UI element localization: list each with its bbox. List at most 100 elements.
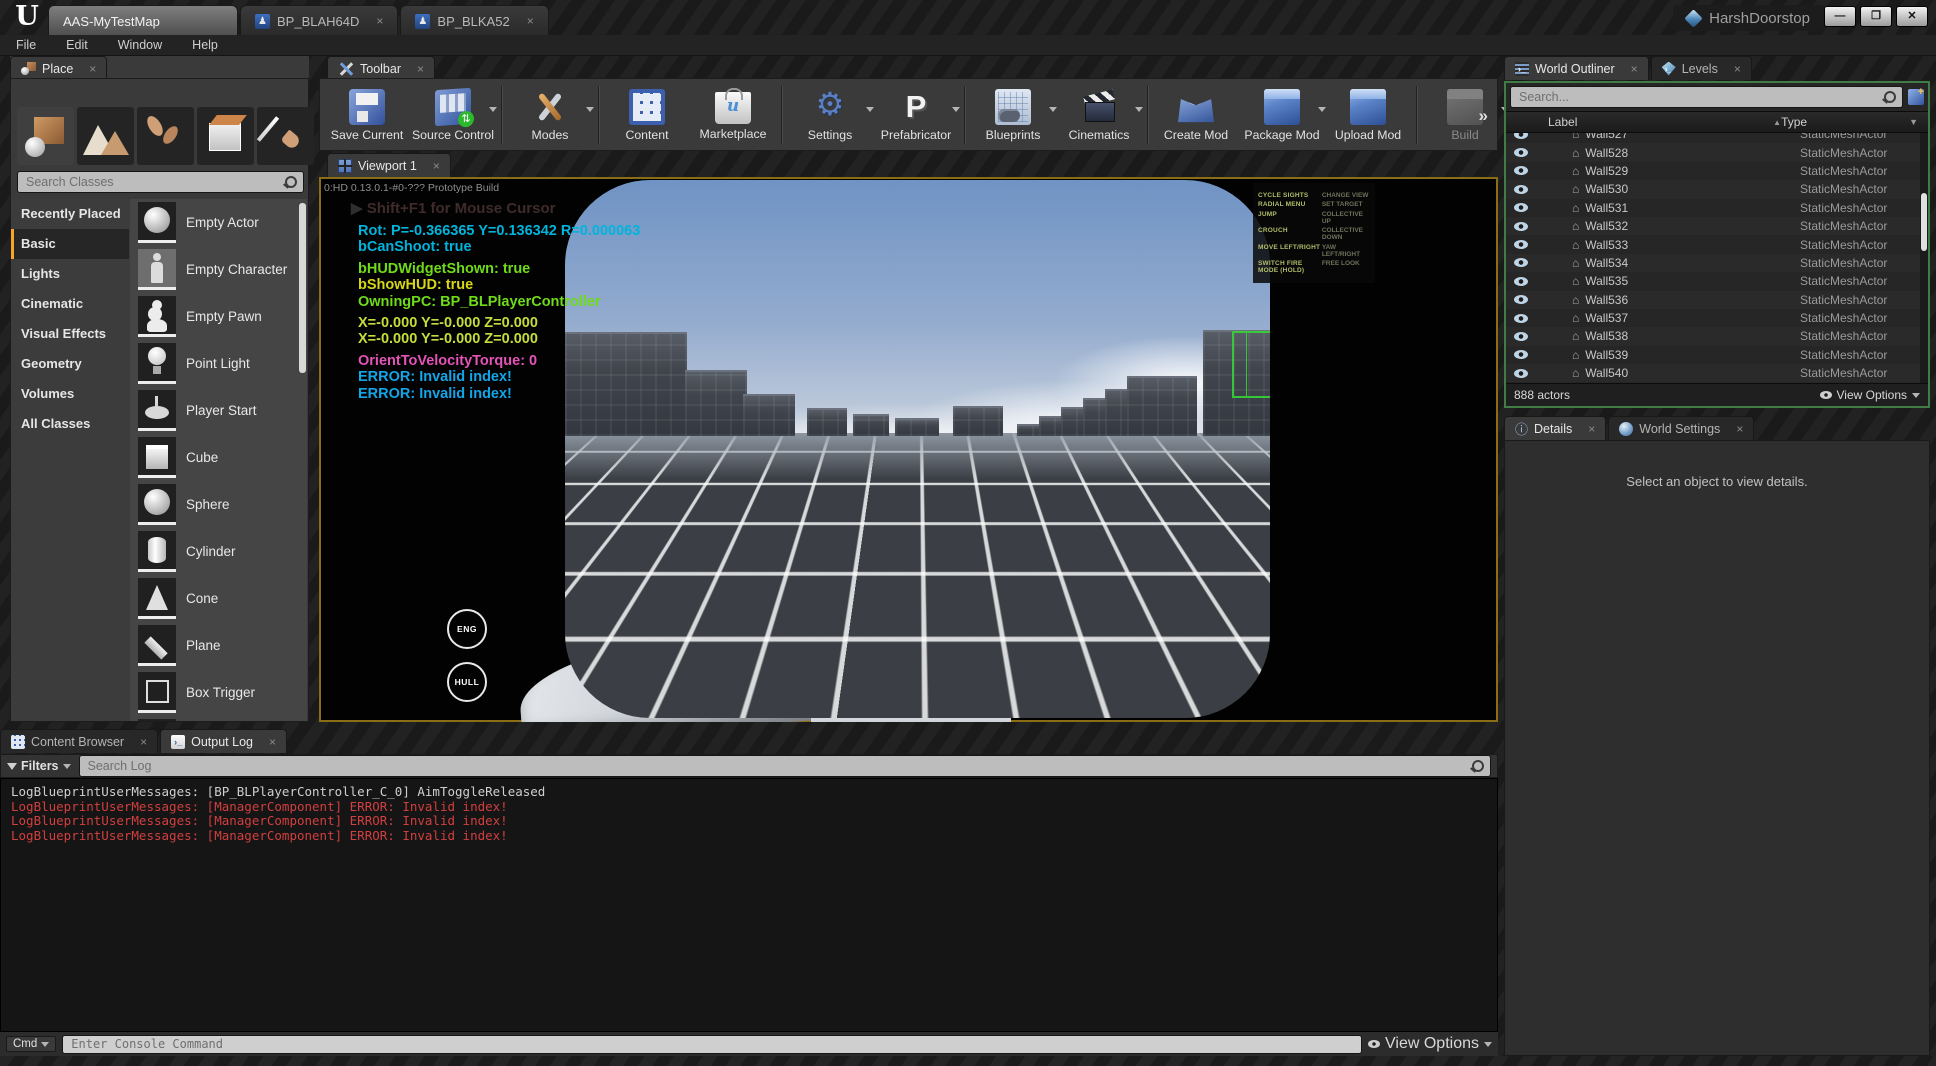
place-category[interactable]: Basic	[11, 229, 129, 259]
close-icon[interactable]	[140, 735, 147, 749]
mode-paint-button[interactable]	[257, 107, 314, 165]
outliner-tab[interactable]: Levels	[1651, 56, 1752, 80]
close-icon[interactable]	[269, 735, 276, 749]
chevron-down-icon[interactable]	[952, 107, 960, 112]
log-filters-button[interactable]: Filters	[7, 759, 71, 773]
place-item[interactable]: Sphere Trigger	[130, 716, 307, 721]
place-item[interactable]: Empty Character	[130, 246, 307, 293]
menu-item[interactable]: File	[16, 38, 36, 52]
place-category[interactable]: Recently Placed	[11, 199, 129, 229]
mode-foliage-button[interactable]	[137, 107, 194, 165]
column-label[interactable]: Label	[1506, 115, 1719, 129]
place-scrollbar[interactable]	[299, 203, 306, 373]
close-icon[interactable]	[1734, 62, 1741, 76]
place-item[interactable]: Empty Pawn	[130, 293, 307, 340]
place-category[interactable]: Geometry	[11, 349, 129, 379]
visibility-eye-icon[interactable]	[1514, 277, 1528, 286]
outliner-row[interactable]: ⌂ Wall539 StaticMeshActor	[1506, 346, 1928, 364]
chevron-down-icon[interactable]	[586, 107, 594, 112]
window-control-button[interactable]: ✕	[1896, 6, 1928, 27]
visibility-eye-icon[interactable]	[1514, 295, 1528, 304]
place-item[interactable]: Sphere	[130, 481, 307, 528]
outliner-row[interactable]: ⌂ Wall536 StaticMeshActor	[1506, 291, 1928, 309]
search-classes-input[interactable]	[24, 174, 285, 190]
toolbar-button[interactable]: Package Mod	[1239, 85, 1325, 144]
toolbar-button[interactable]: Upload Mod	[1325, 85, 1411, 144]
toolbar-button[interactable]: Content	[604, 85, 690, 144]
mode-place-button[interactable]	[17, 107, 74, 165]
place-item[interactable]: Box Trigger	[130, 669, 307, 716]
close-icon[interactable]	[376, 14, 383, 28]
close-icon[interactable]	[1631, 62, 1638, 76]
visibility-eye-icon[interactable]	[1514, 258, 1528, 267]
place-item[interactable]: Cone	[130, 575, 307, 622]
visibility-eye-icon[interactable]	[1514, 148, 1528, 157]
place-category[interactable]: Lights	[11, 259, 129, 289]
outliner-row[interactable]: ⌂ Wall531 StaticMeshActor	[1506, 199, 1928, 217]
toolbar-button[interactable]: Modes	[507, 85, 593, 144]
user-chip[interactable]: HarshDoorstop	[1673, 5, 1824, 31]
visibility-eye-icon[interactable]	[1514, 203, 1528, 212]
menu-item[interactable]: Edit	[66, 38, 88, 52]
log-search-input[interactable]	[86, 758, 1472, 774]
place-category[interactable]: Visual Effects	[11, 319, 129, 349]
toolbar-button[interactable]: Marketplace	[690, 86, 776, 143]
column-type[interactable]: Type	[1781, 115, 1909, 129]
outliner-row[interactable]: ⌂ Wall538 StaticMeshActor	[1506, 327, 1928, 345]
visibility-eye-icon[interactable]	[1514, 185, 1528, 194]
place-item[interactable]: Plane	[130, 622, 307, 669]
toolbar-button[interactable]: Build	[1422, 85, 1508, 144]
menu-item[interactable]: Help	[192, 38, 218, 52]
mode-geometry-button[interactable]	[197, 107, 254, 165]
close-icon[interactable]	[527, 14, 534, 28]
output-log-area[interactable]: LogBlueprintUserMessages: [BP_BLPlayerCo…	[0, 778, 1498, 1032]
visibility-eye-icon[interactable]	[1514, 133, 1528, 139]
tab-place[interactable]: Place	[10, 56, 107, 80]
toolbar-button[interactable]: Create Mod	[1153, 85, 1239, 144]
visibility-eye-icon[interactable]	[1514, 240, 1528, 249]
outliner-row[interactable]: ⌂ Wall533 StaticMeshActor	[1506, 235, 1928, 253]
cmd-dropdown-button[interactable]: Cmd	[6, 1036, 56, 1052]
document-tab[interactable]: AAS-MyTestMap	[48, 5, 238, 36]
close-icon[interactable]	[433, 159, 440, 173]
menu-item[interactable]: Window	[118, 38, 162, 52]
outliner-row[interactable]: ⌂ Wall528 StaticMeshActor	[1506, 143, 1928, 161]
visibility-eye-icon[interactable]	[1514, 369, 1528, 378]
toolbar-overflow-chevron[interactable]: »	[1479, 106, 1492, 126]
visibility-eye-icon[interactable]	[1514, 166, 1528, 175]
details-tab[interactable]: World Settings	[1608, 416, 1754, 440]
outliner-view-options[interactable]: View Options	[1820, 388, 1920, 402]
place-item[interactable]: Empty Actor	[130, 199, 307, 246]
toolbar-button[interactable]: Cinematics	[1056, 85, 1142, 144]
type-filter-icon[interactable]: ▼	[1909, 117, 1928, 127]
close-icon[interactable]	[89, 62, 96, 76]
mode-landscape-button[interactable]	[77, 107, 134, 165]
place-item[interactable]: Cube	[130, 434, 307, 481]
window-control-button[interactable]: —	[1824, 6, 1856, 27]
toolbar-button[interactable]: Source Control	[410, 85, 496, 144]
place-category[interactable]: Volumes	[11, 379, 129, 409]
chevron-down-icon[interactable]	[489, 107, 497, 112]
outliner-scrollbar[interactable]	[1920, 133, 1928, 383]
chevron-down-icon[interactable]	[1135, 107, 1143, 112]
document-tab[interactable]: BP_BLKA52	[400, 5, 548, 36]
close-icon[interactable]	[417, 62, 424, 76]
place-item[interactable]: Point Light	[130, 340, 307, 387]
visibility-eye-icon[interactable]	[1514, 350, 1528, 359]
visibility-eye-icon[interactable]	[1514, 314, 1528, 323]
outliner-search-input[interactable]	[1517, 89, 1884, 105]
outliner-row[interactable]: ⌂ Wall532 StaticMeshActor	[1506, 217, 1928, 235]
outliner-row[interactable]: ⌂ Wall527 StaticMeshActor	[1506, 133, 1928, 143]
console-command-input[interactable]	[69, 1036, 1355, 1052]
place-category[interactable]: Cinematic	[11, 289, 129, 319]
bottom-tab[interactable]: Output Log	[160, 729, 287, 753]
place-category[interactable]: All Classes	[11, 409, 129, 439]
outliner-row[interactable]: ⌂ Wall529 StaticMeshActor	[1506, 162, 1928, 180]
outliner-row[interactable]: ⌂ Wall540 StaticMeshActor	[1506, 364, 1928, 382]
toolbar-button[interactable]: Prefabricator	[873, 85, 959, 144]
details-tab[interactable]: ⓘ Details	[1504, 416, 1606, 440]
close-icon[interactable]	[1736, 422, 1743, 436]
outliner-add-filter-icon[interactable]	[1908, 89, 1924, 105]
visibility-eye-icon[interactable]	[1514, 222, 1528, 231]
outliner-tab[interactable]: World Outliner	[1504, 56, 1649, 80]
